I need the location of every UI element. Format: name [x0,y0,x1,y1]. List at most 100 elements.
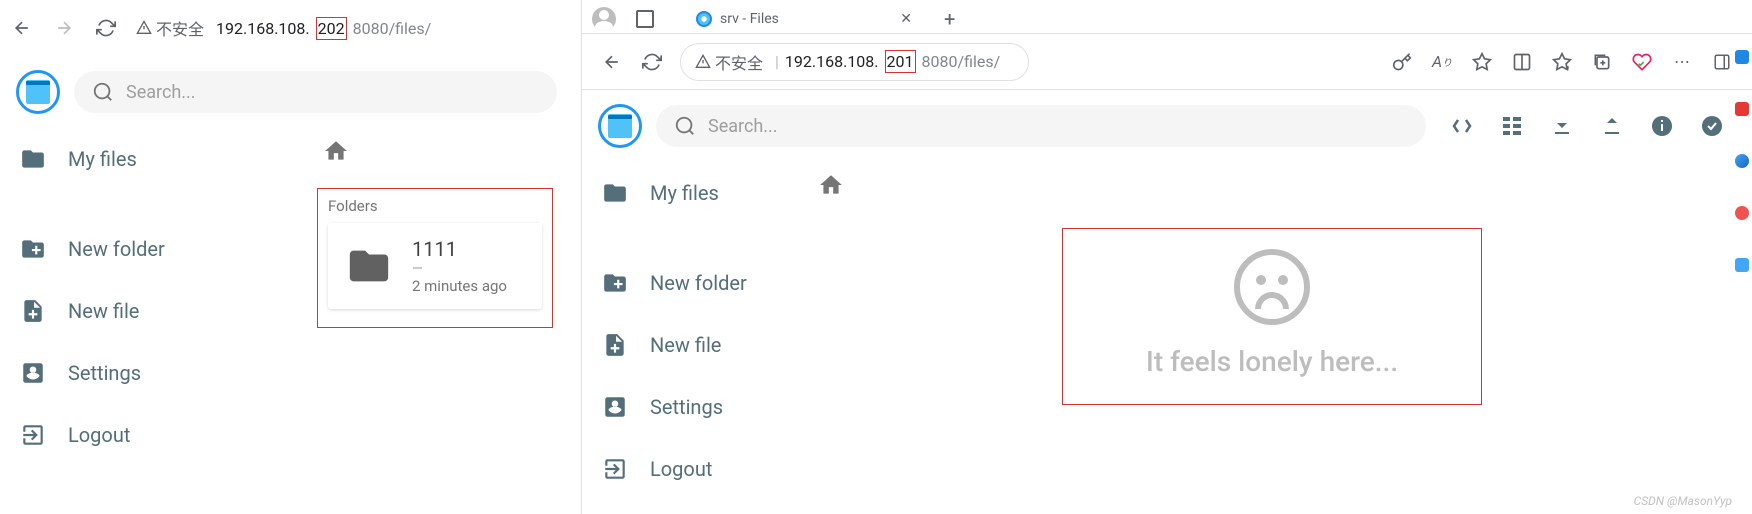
back-button[interactable] [10,16,34,40]
search-icon [674,115,696,137]
sidebar-item-label: My files [650,181,719,205]
upload-icon[interactable] [1598,112,1626,140]
search-box[interactable] [656,105,1426,147]
folder-time: 2 minutes ago [412,277,507,295]
sidebar-left: My files New folder New file Settings Lo… [0,128,297,514]
sidebar-item-my-files[interactable]: My files [582,162,792,224]
copilot-icon[interactable] [1710,50,1734,74]
edge-sidebar [1732,40,1752,272]
forward-button[interactable] [52,16,76,40]
info-icon[interactable] [1648,112,1676,140]
new-tab-button[interactable]: + [934,7,965,31]
reload-button[interactable] [640,50,664,74]
sidebar-item-new-file[interactable]: New file [0,280,297,342]
tab-title: srv - Files [720,11,779,27]
home-icon[interactable] [818,172,844,198]
main-right: It feels lonely here... [792,162,1752,514]
sidebar-item-label: New folder [650,271,747,295]
key-icon[interactable] [1390,50,1414,74]
watermark: CSDN @MasonYyp [1634,494,1732,508]
sidebar-item-label: My files [68,147,137,171]
download-icon[interactable] [1548,112,1576,140]
star-icon[interactable] [1470,50,1494,74]
sidebar-item-new-folder[interactable]: New folder [582,252,792,314]
edge-icon[interactable] [1735,154,1749,168]
url-highlight: 201 [885,50,916,73]
folders-section: Folders 1111 — 2 minutes ago [317,188,553,328]
edge-icon[interactable] [1735,258,1749,272]
close-tab-icon[interactable]: ✕ [900,11,912,27]
grid-view-icon[interactable] [1498,112,1526,140]
insecure-icon: 不安全 [695,50,763,74]
heart-icon[interactable] [1630,50,1654,74]
settings-icon [20,360,46,386]
sidebar-item-logout[interactable]: Logout [582,438,792,500]
folder-name: 1111 [412,237,507,261]
tab-overview-icon[interactable] [636,10,654,28]
create-file-icon [20,298,46,324]
logout-icon [20,422,46,448]
logout-icon [602,456,628,482]
url-suffix: 8080/files/ [922,52,1001,71]
folder-item[interactable]: 1111 — 2 minutes ago [328,223,542,309]
edge-icon[interactable] [1735,50,1749,64]
address-bar-right[interactable]: 不安全 | 192.168.108.2018080/files/ [680,43,1029,81]
tab-favicon [696,11,712,27]
empty-state: It feels lonely here... [1062,228,1482,405]
browser-bar-left: 不安全 192.168.108.2028080/files/ [0,0,581,56]
search-input[interactable] [708,116,1408,137]
sidebar-item-label: Logout [68,423,130,447]
sidebar-item-new-file[interactable]: New file [582,314,792,376]
favorites-icon[interactable] [1550,50,1574,74]
folder-size: — [412,261,507,277]
split-icon[interactable] [1510,50,1534,74]
tab-strip: srv - Files ✕ + [582,0,1752,34]
app-logo[interactable] [598,104,642,148]
home-icon[interactable] [323,138,349,164]
insecure-label: 不安全 [715,50,763,74]
create-folder-icon [20,236,46,262]
profile-icon[interactable] [592,7,616,31]
search-input[interactable] [126,82,539,103]
folder-icon [602,180,628,206]
back-button[interactable] [600,50,624,74]
sidebar-item-label: New file [650,333,721,357]
create-file-icon [602,332,628,358]
url-highlight: 202 [316,17,347,40]
browser-bar-right: 不安全 | 192.168.108.2018080/files/ Aり ⋯ [582,34,1752,90]
sidebar-item-label: Settings [68,361,141,385]
collections-icon[interactable] [1590,50,1614,74]
search-box[interactable] [74,71,557,113]
sidebar-item-my-files[interactable]: My files [0,128,297,190]
url-prefix: 192.168.108. [785,52,879,71]
tab-files[interactable]: srv - Files ✕ [684,5,924,33]
edge-icon[interactable] [1735,206,1749,220]
search-icon [92,81,114,103]
sidebar-item-label: New file [68,299,139,323]
text-style-icon[interactable]: Aり [1430,50,1454,74]
app-logo[interactable] [16,70,60,114]
address-bar-left[interactable]: 不安全 192.168.108.2028080/files/ [136,16,431,40]
sad-face-icon [1234,249,1310,325]
sidebar-item-settings[interactable]: Settings [0,342,297,404]
shell-icon[interactable] [1448,112,1476,140]
folder-icon [340,243,398,289]
main-left: Folders 1111 — 2 minutes ago [297,128,581,514]
sidebar-item-label: Logout [650,457,712,481]
settings-icon [602,394,628,420]
empty-text: It feels lonely here... [1146,345,1398,378]
create-folder-icon [602,270,628,296]
insecure-label: 不安全 [156,16,204,40]
sidebar-item-settings[interactable]: Settings [582,376,792,438]
folder-icon [20,146,46,172]
reload-button[interactable] [94,16,118,40]
sidebar-item-logout[interactable]: Logout [0,404,297,466]
edge-icon[interactable] [1735,102,1749,116]
sidebar-item-new-folder[interactable]: New folder [0,218,297,280]
more-icon[interactable]: ⋯ [1670,50,1694,74]
sidebar-item-label: New folder [68,237,165,261]
check-icon[interactable] [1698,112,1726,140]
sidebar-right: My files New folder New file Settings Lo… [582,162,792,514]
url-suffix: 8080/files/ [353,19,432,38]
insecure-icon: 不安全 [136,16,204,40]
